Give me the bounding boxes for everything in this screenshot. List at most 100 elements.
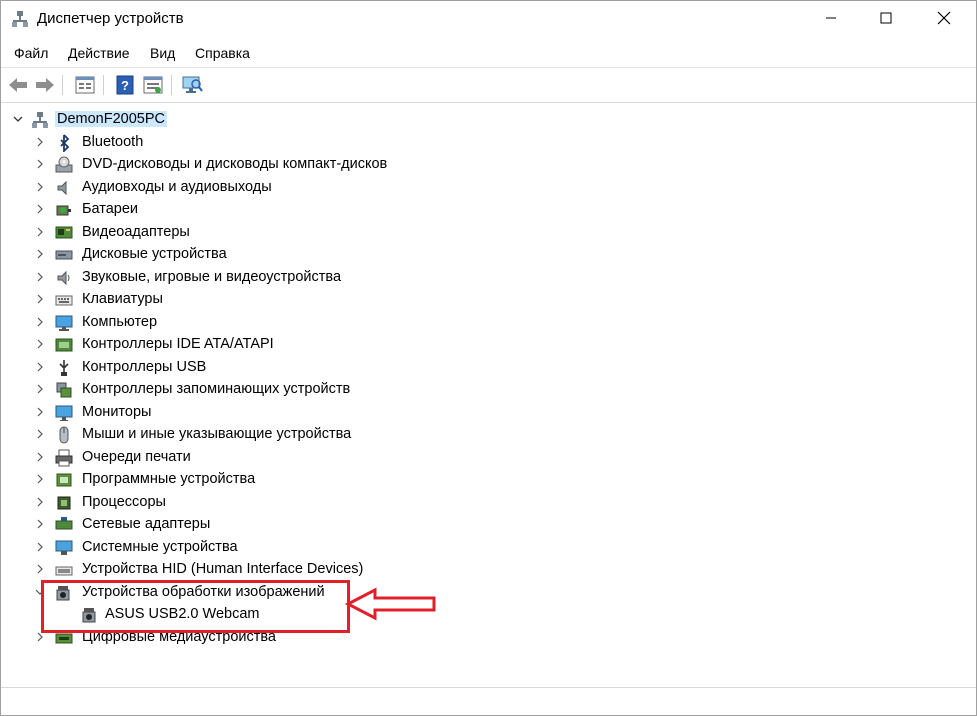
chevron-right-icon[interactable] [33,517,47,531]
back-button[interactable] [6,73,30,97]
chevron-right-icon[interactable] [33,382,47,396]
tree-category-item[interactable]: Мыши и иные указывающие устройства [5,424,705,446]
scan-hardware-button[interactable] [180,73,204,97]
menu-bar: Файл Действие Вид Справка [1,41,976,67]
chevron-right-icon[interactable] [33,495,47,509]
tree-category-label: Bluetooth [82,133,144,150]
annotation-highlight-box [41,580,350,633]
arrow-right-icon [36,78,54,92]
keyboard-icon [55,295,73,306]
tree-category-item[interactable]: DVD-дисководы и дисководы компакт-дисков [5,154,705,176]
tree-category-item[interactable]: Дисковые устройства [5,244,705,266]
chevron-right-icon[interactable] [33,225,47,239]
tree-category-label: Дисковые устройства [82,246,227,262]
tree-category-item[interactable]: Очереди печати [5,447,705,469]
tree-category-label: Очереди печати [82,448,191,465]
annotation-arrow-icon [345,587,436,621]
arrow-left-icon [9,78,27,92]
tree-category-item[interactable]: Контроллеры USB [5,357,705,379]
tree-category-item[interactable]: Клавиатуры [5,289,705,311]
chevron-right-icon[interactable] [33,157,47,171]
tree-category-label: Программные устройства [82,471,256,487]
toolbar: ? [1,67,976,103]
properties-button[interactable] [73,73,97,97]
menu-help[interactable]: Справка [195,45,250,61]
chevron-right-icon[interactable] [33,292,47,306]
tree-category-item[interactable]: Устройства HID (Human Interface Devices) [5,559,705,581]
tree-category-label: Мыши и иные указывающие устройства [82,426,352,442]
tree-category-label: Контроллеры запоминающих устройств [82,381,351,397]
tree-category-label: Звуковые, игровые и видеоустройства [82,268,342,285]
chevron-right-icon[interactable] [33,405,47,419]
tree-category-item[interactable]: Аудиовходы и аудиовыходы [5,177,705,199]
display-adapter-icon [55,226,73,238]
status-bar [1,687,976,715]
monitor-icon [55,405,73,421]
dvd-drive-icon [55,156,73,173]
tree-category-label: Контроллеры USB [82,358,207,375]
menu-file[interactable]: Файл [14,45,48,61]
storage-controller-icon [56,382,72,398]
chevron-right-icon[interactable] [33,202,47,216]
chevron-right-icon[interactable] [33,562,47,576]
tree-category-label: Аудиовходы и аудиовыходы [82,178,272,195]
bluetooth-icon [60,133,70,152]
tree-category-label: Сетевые адаптеры [82,516,211,532]
tree-category-label: Устройства HID (Human Interface Devices) [82,561,364,577]
scan-hardware-icon [182,76,203,93]
menu-action[interactable]: Действие [68,45,130,61]
chevron-right-icon[interactable] [33,427,47,441]
chevron-right-icon[interactable] [33,247,47,261]
tree-category-label: Процессоры [82,493,166,510]
chevron-down-icon[interactable] [11,112,25,126]
tree-category-label: Системные устройства [82,538,238,555]
update-driver-button[interactable] [141,73,165,97]
tree-category-item[interactable]: Видеоадаптеры [5,222,705,244]
tree-category-label: Компьютер [82,313,158,330]
tree-category-item[interactable]: Программные устройства [5,469,705,491]
tree-category-item[interactable]: Мониторы [5,402,705,424]
tree-category-item[interactable]: Компьютер [5,312,705,334]
chevron-right-icon[interactable] [33,135,47,149]
sound-icon [57,270,70,285]
update-driver-icon [143,76,163,94]
close-button[interactable] [921,1,967,35]
chevron-right-icon[interactable] [33,337,47,351]
maximize-button[interactable] [863,1,909,35]
tree-category-item[interactable]: Контроллеры IDE ATA/ATAPI [5,334,705,356]
tree-category-item[interactable]: Bluetooth [5,132,705,154]
chevron-right-icon[interactable] [33,180,47,194]
tree-category-item[interactable]: Звуковые, игровые и видеоустройства [5,267,705,289]
help-icon: ? [116,75,134,95]
speaker-icon [57,180,67,195]
chevron-right-icon[interactable] [33,450,47,464]
toolbar-separator [62,75,63,95]
minimize-button[interactable] [808,1,854,35]
tree-category-item[interactable]: Контроллеры запоминающих устройств [5,379,705,401]
tree-category-item[interactable]: Системные устройства [5,537,705,559]
computer-root-icon [32,112,48,128]
forward-button[interactable] [33,73,57,97]
chevron-right-icon[interactable] [33,472,47,486]
tree-category-label: Контроллеры IDE ATA/ATAPI [82,336,274,352]
system-device-icon [55,540,73,555]
chevron-right-icon[interactable] [33,540,47,554]
mouse-icon [59,426,69,444]
maximize-icon [880,12,892,24]
tree-root[interactable]: DemonF2005PC [5,109,705,131]
tree-category-item[interactable]: Процессоры [5,492,705,514]
tree-category-item[interactable]: Батареи [5,199,705,221]
chevron-right-icon[interactable] [33,270,47,284]
properties-icon [75,76,95,94]
chevron-right-icon[interactable] [33,360,47,374]
tree-category-item[interactable]: Сетевые адаптеры [5,514,705,536]
ide-controller-icon [55,338,73,352]
software-device-icon [56,473,72,487]
computer-icon [55,315,73,331]
chevron-right-icon[interactable] [33,315,47,329]
hid-icon [55,566,73,576]
help-button[interactable]: ? [113,73,137,97]
tree-category-label: Батареи [82,201,139,217]
menu-view[interactable]: Вид [150,45,175,61]
title-bar[interactable]: Диспетчер устройств [1,1,976,39]
